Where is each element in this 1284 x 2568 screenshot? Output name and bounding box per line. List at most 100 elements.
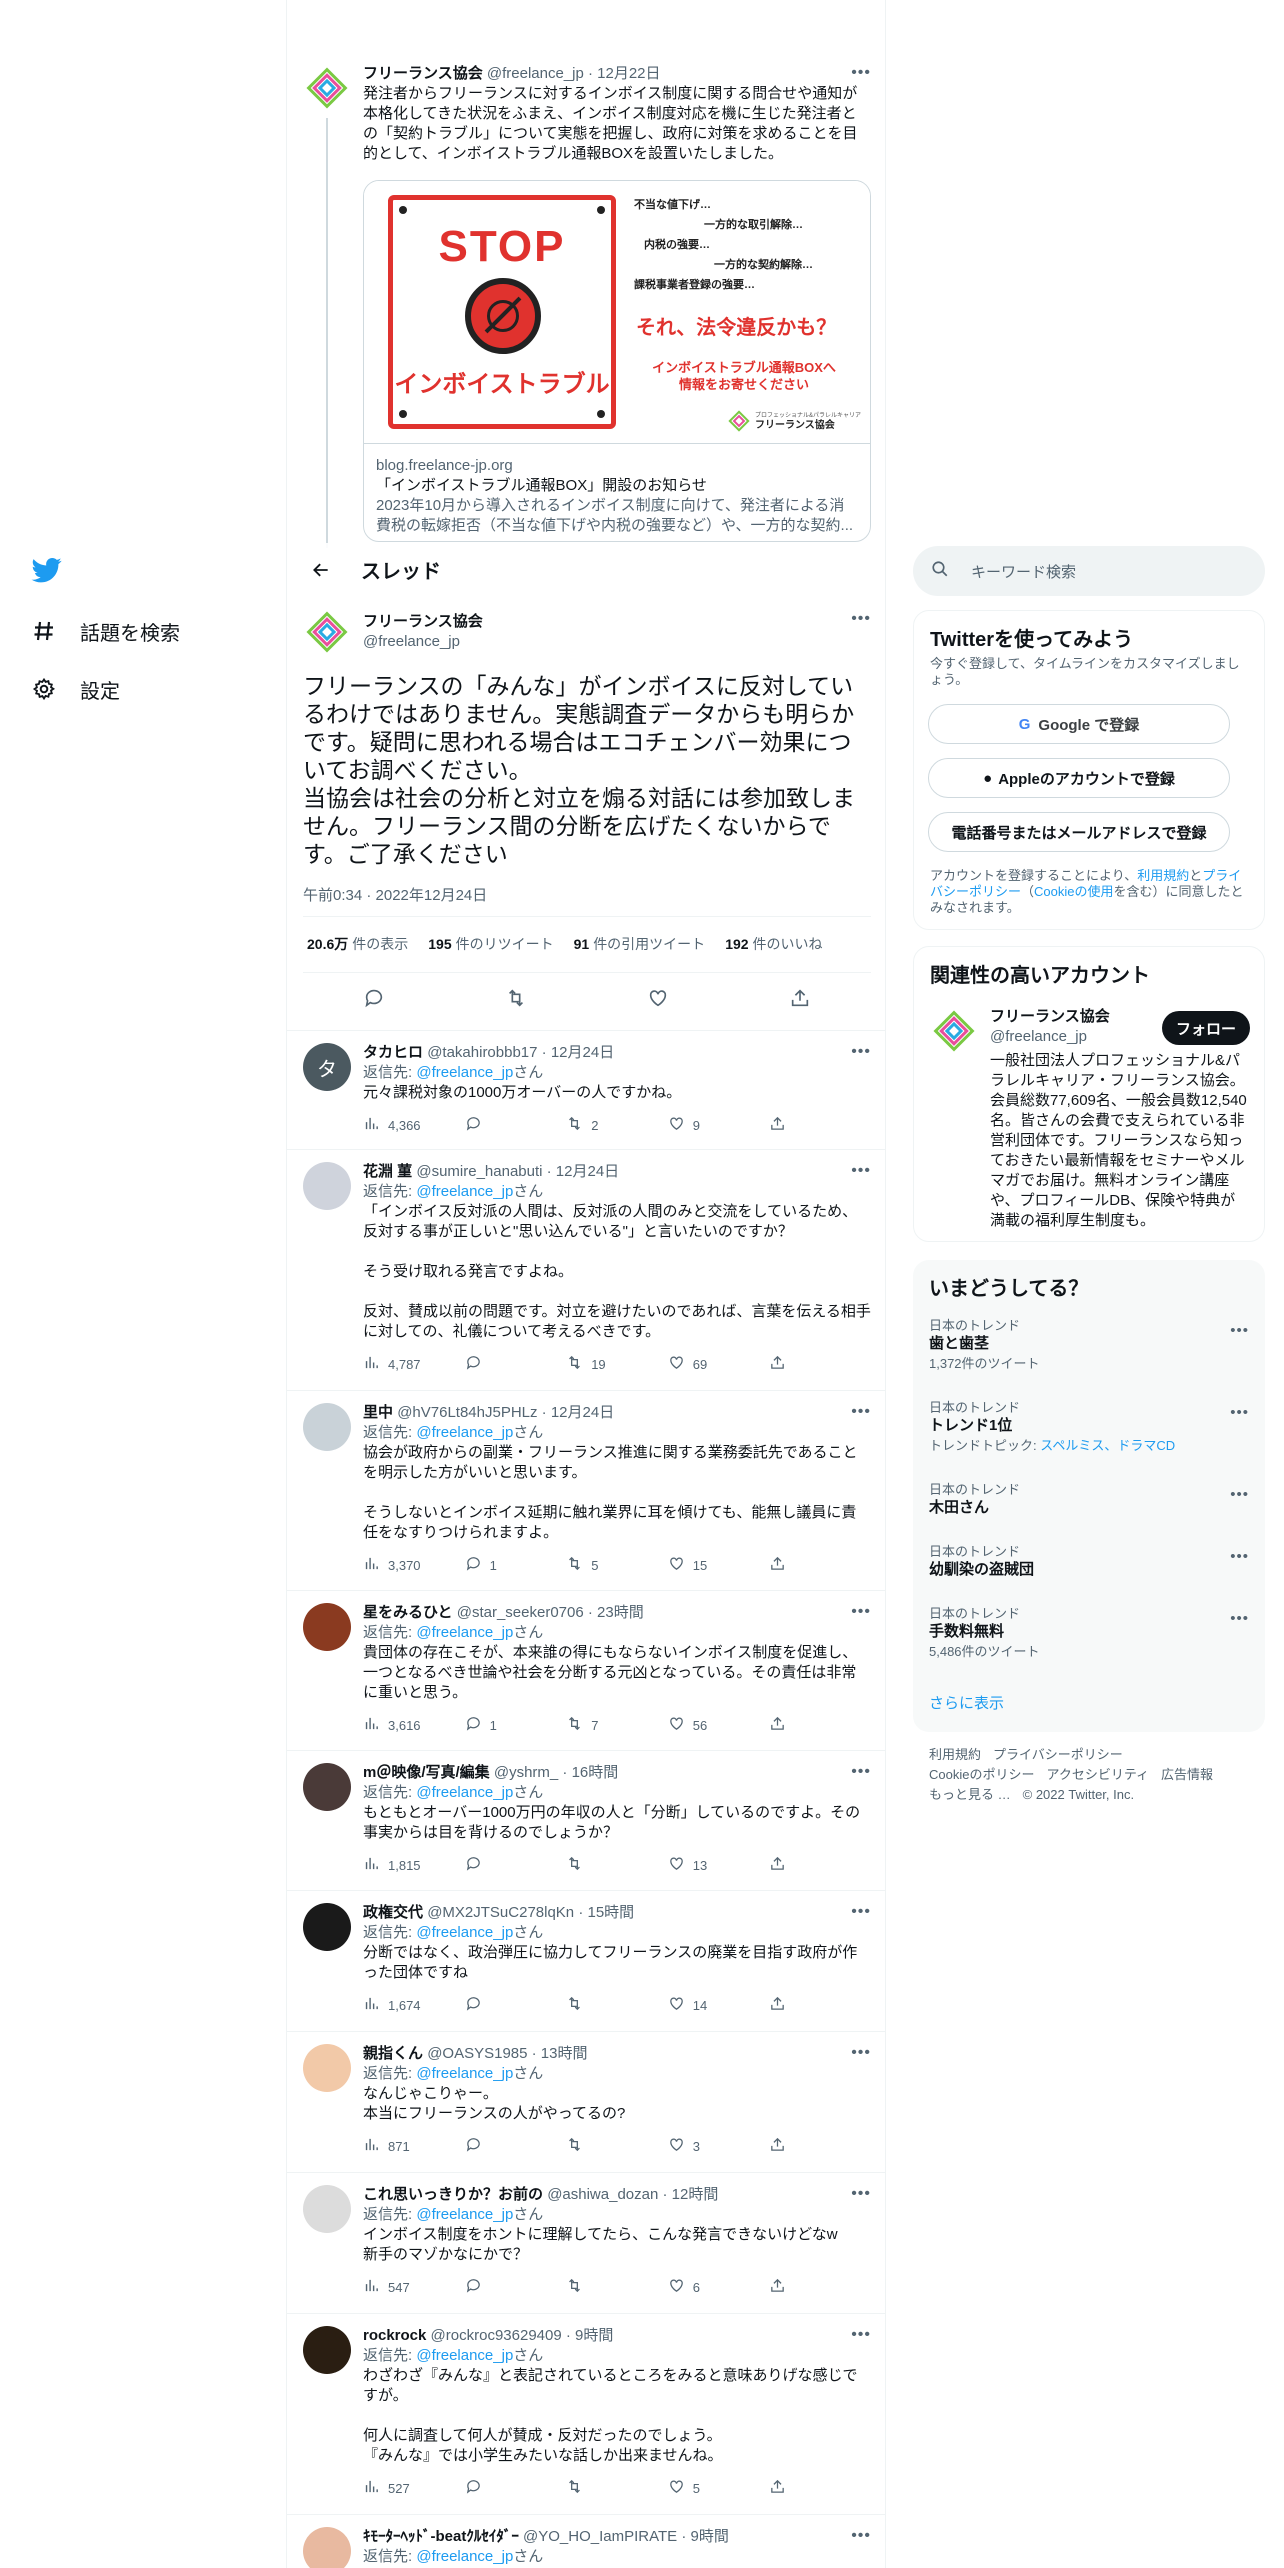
reply-count[interactable]: [465, 2136, 567, 2156]
footer-link[interactable]: Cookieのポリシー: [929, 1767, 1034, 1782]
nav-explore[interactable]: 話題を検索: [30, 609, 180, 653]
share-button[interactable]: [769, 1555, 871, 1575]
author-meta[interactable]: @OASYS1985 · 13時間: [427, 2045, 587, 2062]
author-name[interactable]: 花淵 菫: [363, 1163, 412, 1180]
google-signup-button[interactable]: G Google で登録: [928, 704, 1230, 744]
more-icon[interactable]: •••: [851, 1763, 871, 1781]
avatar[interactable]: [303, 2185, 351, 2233]
twitter-logo-icon[interactable]: [30, 555, 66, 591]
footer-link[interactable]: アクセシビリティ: [1046, 1767, 1149, 1782]
views-count[interactable]: 871: [363, 2136, 465, 2156]
views-count[interactable]: 3,370: [363, 1555, 465, 1575]
author-meta[interactable]: @yshrm_ · 16時間: [494, 1764, 618, 1781]
like-count[interactable]: 6: [668, 2277, 770, 2297]
author-name[interactable]: フリーランス協会: [363, 65, 483, 82]
more-icon[interactable]: •••: [851, 2326, 871, 2344]
author-meta[interactable]: @takahirobbb17 · 12月24日: [427, 1044, 614, 1061]
mention-link[interactable]: @freelance_jp: [416, 1784, 513, 1801]
parent-tweet[interactable]: フリーランス協会 @freelance_jp · 12月22日 発注者からフリー…: [287, 52, 885, 548]
mention-link[interactable]: @freelance_jp: [416, 1924, 513, 1941]
trend-item[interactable]: 日本のトレンド トレンド1位 トレンドトピック: スペルミス、ドラマCD •••: [929, 1400, 1249, 1454]
reply-count[interactable]: 1: [465, 1715, 567, 1735]
avatar[interactable]: [303, 64, 351, 112]
mention-link[interactable]: @freelance_jp: [416, 2065, 513, 2082]
author-name[interactable]: フリーランス協会: [363, 612, 871, 632]
retweet-count[interactable]: 7: [566, 1715, 668, 1735]
views-count[interactable]: 1,815: [363, 1855, 465, 1875]
terms-link[interactable]: 利用規約: [1137, 868, 1189, 883]
avatar[interactable]: [303, 1403, 351, 1451]
reply-count[interactable]: [465, 1115, 567, 1135]
show-more-link[interactable]: さらに表示: [929, 1692, 1004, 1713]
more-icon[interactable]: •••: [851, 2044, 871, 2062]
retweet-count[interactable]: 19: [566, 1354, 668, 1374]
related-name[interactable]: フリーランス協会: [990, 1007, 1110, 1027]
retweet-count[interactable]: [566, 2277, 668, 2297]
avatar[interactable]: [303, 608, 351, 656]
more-icon[interactable]: •••: [851, 64, 871, 82]
reply-tweet[interactable]: ｷﾓｰﾀｰﾍｯﾄﾞ-beatｸﾙｾｲﾀﾞｰ @YO_HO_IamPIRATE ·…: [287, 2515, 885, 2568]
more-icon[interactable]: •••: [1230, 1322, 1249, 1339]
share-button[interactable]: [769, 1855, 871, 1875]
mention-link[interactable]: @freelance_jp: [416, 1183, 513, 1200]
reply-tweet[interactable]: 星をみるひと @star_seeker0706 · 23時間 返信先: @free…: [287, 1591, 885, 1751]
views-count[interactable]: 527: [363, 2478, 465, 2498]
reply-count[interactable]: [465, 1855, 567, 1875]
reply-count[interactable]: [465, 1354, 567, 1374]
share-button[interactable]: [769, 1715, 871, 1735]
avatar[interactable]: [303, 1603, 351, 1651]
views-count[interactable]: 547: [363, 2277, 465, 2297]
share-button[interactable]: [769, 1115, 871, 1135]
reply-tweet[interactable]: rockrock @rockroc93629409 · 9時間 返信先: @fre…: [287, 2314, 885, 2515]
mention-link[interactable]: @freelance_jp: [416, 1624, 513, 1641]
search-input[interactable]: キーワード検索: [913, 546, 1265, 596]
views-stat[interactable]: 20.6万 件の表示: [307, 934, 408, 954]
like-count[interactable]: 13: [668, 1855, 770, 1875]
author-name[interactable]: ｷﾓｰﾀｰﾍｯﾄﾞ-beatｸﾙｾｲﾀﾞｰ: [363, 2528, 519, 2545]
footer-link[interactable]: 広告情報: [1161, 1767, 1213, 1782]
reply-tweet[interactable]: 里中 @hV76Lt84hJ5PHLz · 12月24日 返信先: @freela…: [287, 1391, 885, 1591]
like-count[interactable]: 3: [668, 2136, 770, 2156]
back-arrow-icon[interactable]: [303, 552, 339, 588]
retweet-icon[interactable]: [505, 987, 527, 1014]
quotes-stat[interactable]: 91 件の引用ツイート: [574, 934, 706, 954]
more-icon[interactable]: •••: [851, 1043, 871, 1061]
more-icon[interactable]: •••: [851, 1603, 871, 1621]
author-name[interactable]: 星をみるひと: [363, 1604, 453, 1621]
reply-tweet[interactable]: m＠映像/写真/編集 @yshrm_ · 16時間 返信先: @freelance…: [287, 1751, 885, 1891]
reply-tweet[interactable]: 花淵 菫 @sumire_hanabuti · 12月24日 返信先: @free…: [287, 1150, 885, 1391]
author-meta[interactable]: @rockroc93629409 · 9時間: [431, 2327, 614, 2344]
avatar[interactable]: [303, 2044, 351, 2092]
author-name[interactable]: 里中: [363, 1404, 393, 1421]
like-count[interactable]: 56: [668, 1715, 770, 1735]
author-name[interactable]: 親指くん: [363, 2045, 423, 2062]
avatar[interactable]: [930, 1007, 978, 1055]
retweet-count[interactable]: [566, 1995, 668, 2015]
reply-tweet[interactable]: これ思いっきりか？お前の @ashiwa_dozan · 12時間 返信先: @f…: [287, 2173, 885, 2314]
mention-link[interactable]: @freelance_jp: [416, 1064, 513, 1081]
author-meta[interactable]: @ashiwa_dozan · 12時間: [547, 2186, 718, 2203]
retweet-count[interactable]: 5: [566, 1555, 668, 1575]
retweets-stat[interactable]: 195 件のリツイート: [428, 934, 553, 954]
like-count[interactable]: 9: [668, 1115, 770, 1135]
author-name[interactable]: これ思いっきりか？お前の: [363, 2186, 543, 2203]
share-button[interactable]: [769, 2136, 871, 2156]
share-button[interactable]: [769, 2478, 871, 2498]
views-count[interactable]: 4,787: [363, 1354, 465, 1374]
likes-stat[interactable]: 192 件のいいね: [725, 934, 822, 954]
mention-link[interactable]: @freelance_jp: [416, 2548, 513, 2565]
more-icon[interactable]: •••: [851, 610, 871, 628]
cookie-link[interactable]: Cookieの使用: [1034, 884, 1113, 899]
avatar[interactable]: [303, 1763, 351, 1811]
reply-count[interactable]: [465, 2478, 567, 2498]
views-count[interactable]: 3,616: [363, 1715, 465, 1735]
like-count[interactable]: 14: [668, 1995, 770, 2015]
like-count[interactable]: 5: [668, 2478, 770, 2498]
apple-signup-button[interactable]: ● Appleのアカウントで登録: [928, 758, 1230, 798]
share-button[interactable]: [769, 1995, 871, 2015]
reply-tweet[interactable]: 政権交代 @MX2JTSuC278lqKn · 15時間 返信先: @freela…: [287, 1891, 885, 2032]
retweet-count[interactable]: [566, 1855, 668, 1875]
footer-link[interactable]: 利用規約: [929, 1747, 981, 1762]
retweet-count[interactable]: 2: [566, 1115, 668, 1135]
retweet-count[interactable]: [566, 2136, 668, 2156]
